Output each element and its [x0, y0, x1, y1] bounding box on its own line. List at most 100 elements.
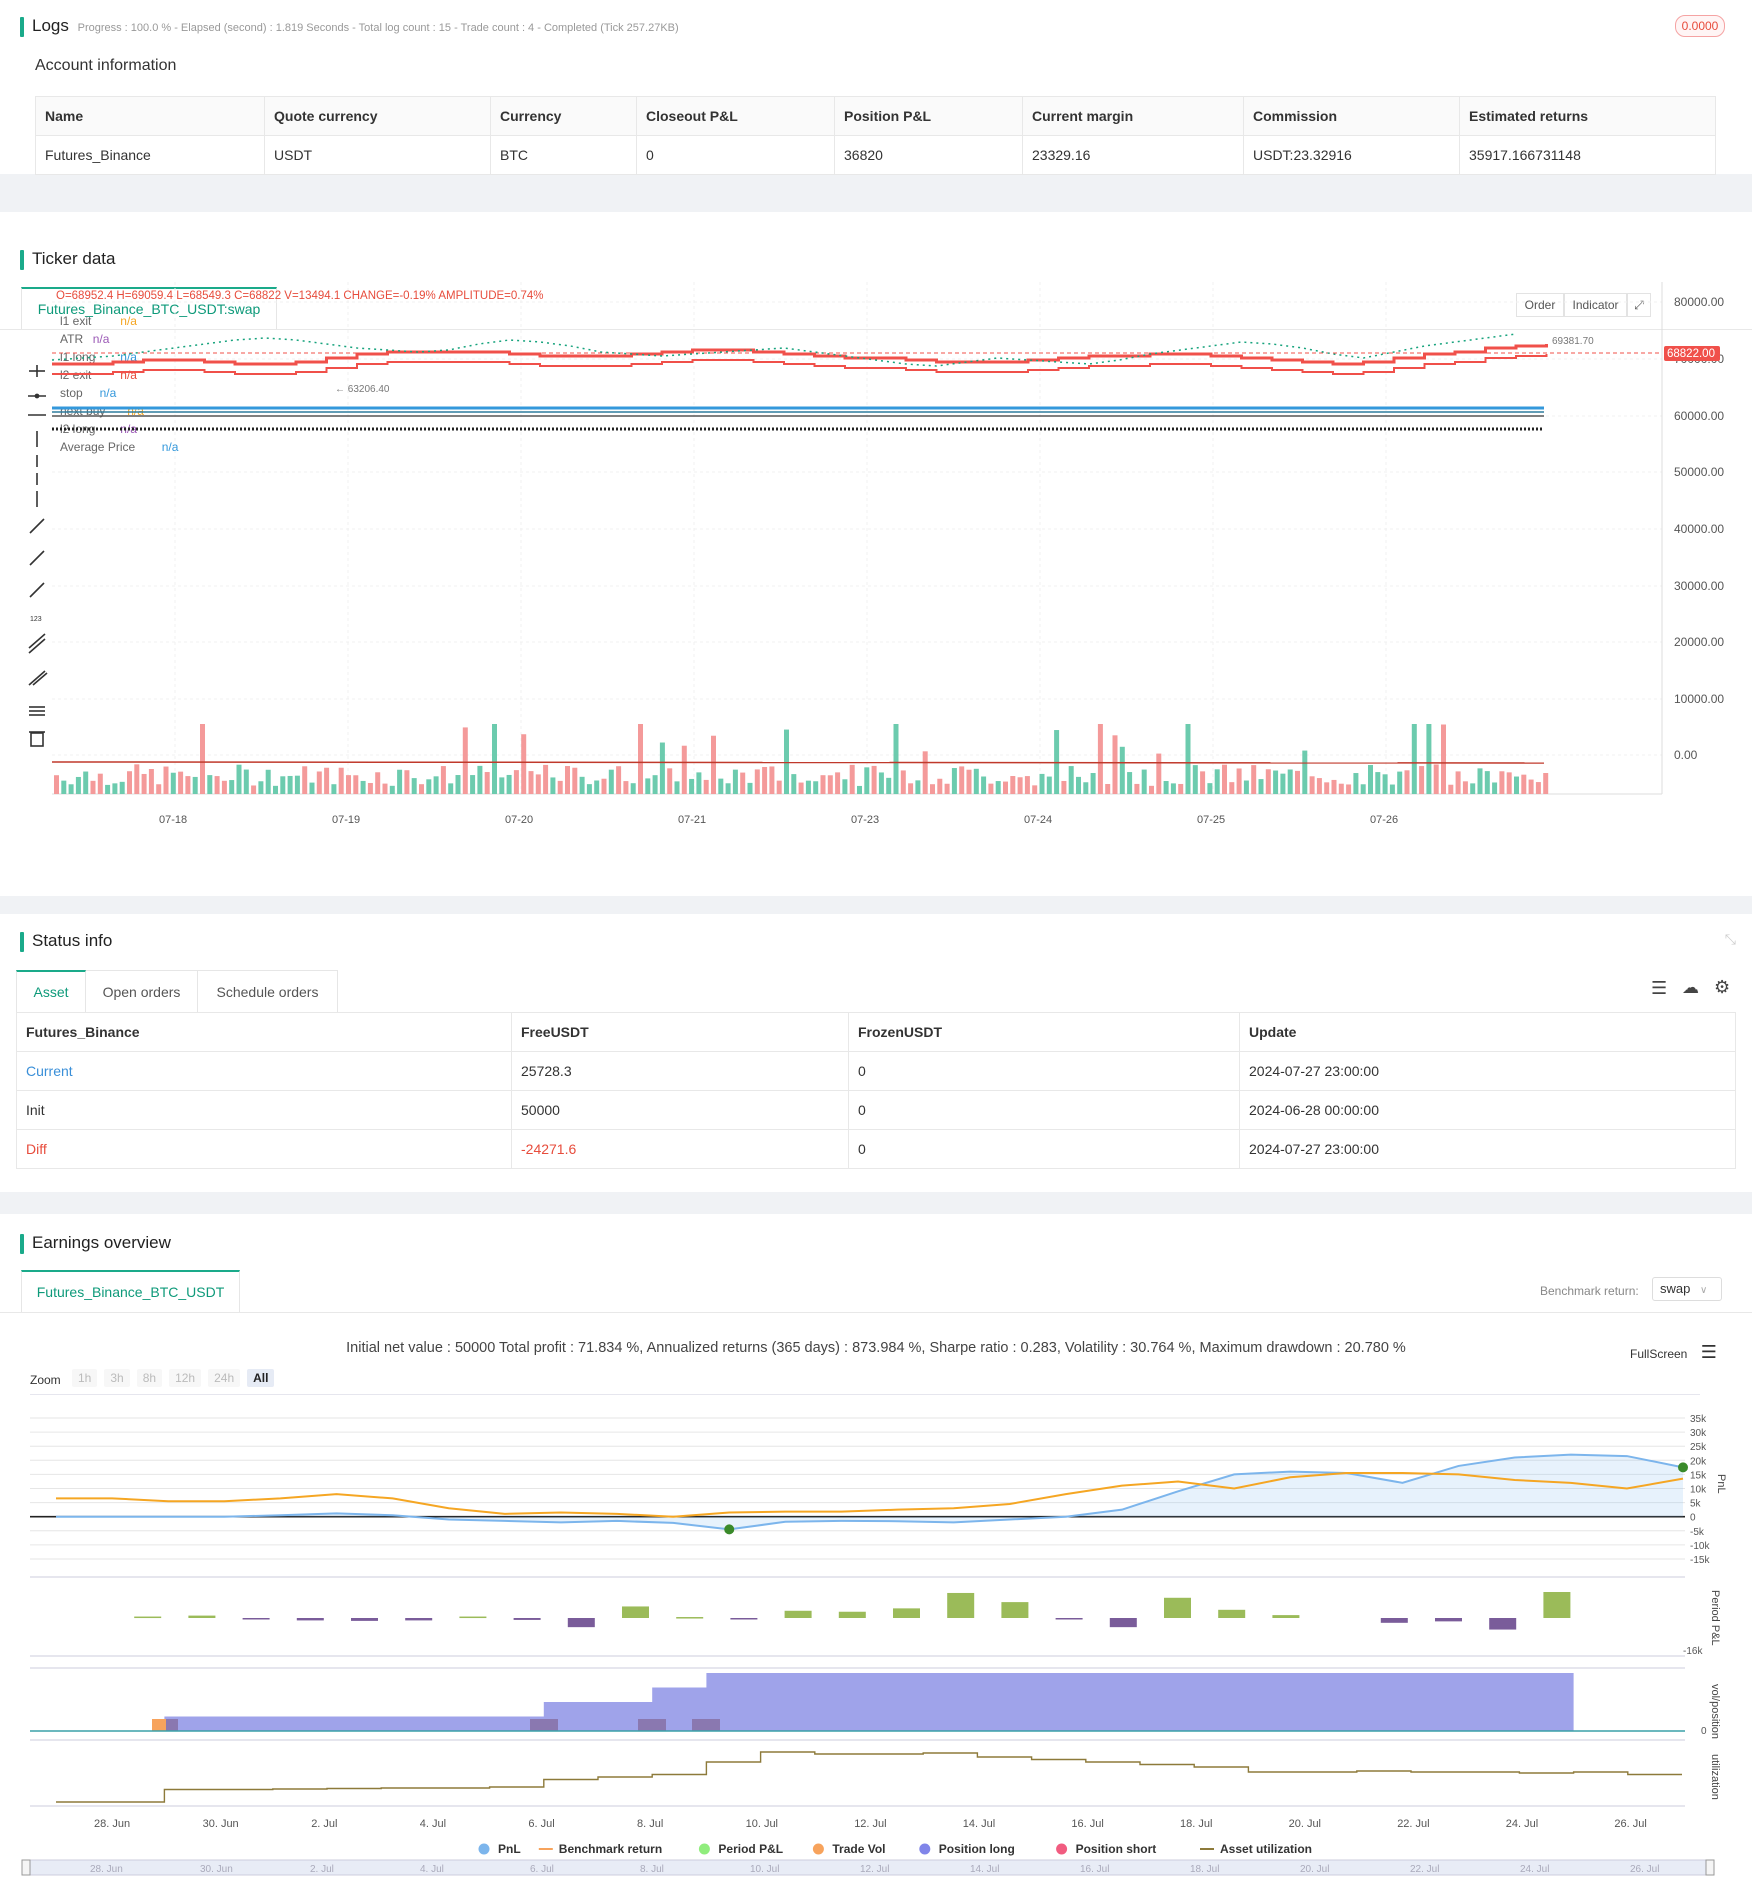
- table-row: Init 50000 0 2024-06-28 00:00:00: [16, 1090, 1736, 1130]
- x-tick-label: 20. Jul: [1289, 1818, 1321, 1830]
- pitchfork-icon: [28, 670, 46, 686]
- volume-bar: [1090, 773, 1096, 794]
- volume-bar: [1316, 778, 1322, 794]
- x-tick-label: 22. Jul: [1397, 1818, 1429, 1830]
- trade-vol-bar: [692, 1719, 720, 1731]
- volume-bar: [1287, 769, 1293, 794]
- volume-bar: [696, 772, 702, 794]
- asset-utilization-line: [56, 1751, 1682, 1803]
- zoom-button-All[interactable]: All: [247, 1369, 275, 1387]
- account-cell: 0: [636, 135, 835, 175]
- volume-bar: [470, 775, 476, 794]
- legend-dot-icon: [698, 1843, 710, 1855]
- volume-bar: [659, 742, 665, 794]
- earnings-panel: Earnings overview Futures_Binance_BTC_US…: [0, 1214, 1752, 1893]
- volume-bar: [754, 769, 760, 794]
- zoom-button-8h[interactable]: 8h: [136, 1369, 163, 1387]
- volume-bar: [1462, 781, 1468, 794]
- legend-dot-icon: [919, 1843, 931, 1855]
- y-tick-label: 40000.00: [1674, 522, 1724, 536]
- volume-bar: [258, 781, 264, 794]
- period-pnl-bar: [1543, 1592, 1571, 1618]
- period-pnl-bar: [134, 1616, 162, 1619]
- cloud-download-icon[interactable]: ☁: [1682, 978, 1699, 998]
- x-tick-label: 8. Jul: [637, 1818, 663, 1830]
- row-free: 50000: [511, 1090, 849, 1130]
- period-pnl-bar: [1489, 1618, 1517, 1630]
- volume-bar: [1543, 772, 1549, 794]
- tab-open-orders[interactable]: Open orders: [86, 970, 198, 1012]
- period-pnl-bar: [1109, 1618, 1137, 1628]
- x-tick-label: 07-23: [851, 814, 879, 826]
- account-col-currency: Currency: [490, 96, 637, 136]
- account-header-row: Name Quote currency Currency Closeout P&…: [35, 96, 1716, 136]
- volume-bar: [156, 784, 162, 794]
- pnl-tick-label: -15k: [1690, 1555, 1710, 1566]
- axis-title-utilization: utilization: [1709, 1754, 1721, 1800]
- collapse-icon[interactable]: ⤡: [1725, 931, 1736, 948]
- gear-icon[interactable]: ⚙: [1714, 977, 1730, 998]
- volume-bar: [316, 771, 322, 794]
- legend-dot-icon: [478, 1843, 490, 1855]
- menu-icon[interactable]: ☰: [1701, 1342, 1717, 1362]
- account-cell: 35917.166731148: [1459, 135, 1716, 175]
- status-panel: Status info ⤡ Asset Open orders Schedule…: [0, 914, 1752, 1192]
- earnings-tab[interactable]: Futures_Binance_BTC_USDT: [21, 1270, 240, 1312]
- legend-label: ATR: [60, 332, 83, 346]
- volume-bar: [1506, 772, 1512, 794]
- volume-bar: [550, 777, 556, 794]
- volume-bar: [703, 779, 709, 794]
- volume-bar: [389, 785, 395, 794]
- volume-bar: [1331, 779, 1337, 794]
- position-tick-label: 0: [1701, 1726, 1707, 1737]
- zoom-button-3h[interactable]: 3h: [104, 1369, 130, 1387]
- ticker-chart[interactable]: 80000.0070000.0060000.0050000.0040000.00…: [50, 282, 1750, 896]
- volume-bar: [1105, 784, 1111, 794]
- volume-bar: [1470, 783, 1476, 794]
- benchmark-select[interactable]: swap ∨: [1652, 1277, 1722, 1301]
- volume-bar: [134, 764, 140, 794]
- volume-bar: [1156, 753, 1162, 794]
- account-cell: 36820: [834, 135, 1023, 175]
- row-free: 25728.3: [511, 1051, 849, 1091]
- volume-bar: [667, 768, 673, 794]
- volume-bar: [798, 782, 804, 794]
- volume-bar: [1455, 771, 1461, 794]
- tab-schedule-orders[interactable]: Schedule orders: [198, 970, 338, 1012]
- volume-bar: [353, 775, 359, 794]
- earnings-chart[interactable]: 35k 30k 25k 20k 15k 10k 5k 0 -5k -10k -15k PnL -16k P…: [0, 1394, 1752, 1893]
- logs-title-text: Logs: [32, 16, 69, 35]
- volume-bar: [1484, 771, 1490, 794]
- navigator-handle-left: [21, 1859, 31, 1876]
- account-cell: BTC: [490, 135, 637, 175]
- volume-bar: [477, 765, 483, 794]
- legend-label: Asset utilization: [1220, 1842, 1312, 1856]
- zoom-button-1h[interactable]: 1h: [72, 1369, 98, 1387]
- legend-dot-icon: [812, 1843, 824, 1855]
- volume-bar: [1353, 773, 1359, 794]
- x-tick-label: 07-18: [159, 814, 187, 826]
- ray-icon: [29, 550, 45, 566]
- legend-label: Benchmark return: [559, 1842, 662, 1856]
- volume-bar: [1368, 765, 1373, 794]
- volume-bar: [973, 768, 979, 794]
- zoom-button-12h[interactable]: 12h: [169, 1369, 202, 1387]
- drawing-toolbar[interactable]: 123: [25, 352, 49, 992]
- volume-bar: [148, 768, 154, 794]
- account-title: Account information: [35, 57, 177, 74]
- volume-bar: [959, 766, 965, 794]
- x-tick-label: 14. Jul: [963, 1818, 995, 1830]
- legend-label: Position short: [1076, 1842, 1157, 1856]
- zoom-button-24h[interactable]: 24h: [208, 1369, 241, 1387]
- tab-asset[interactable]: Asset: [16, 970, 86, 1012]
- benchmark-value: swap: [1660, 1281, 1691, 1296]
- volume-bar: [1185, 724, 1191, 794]
- navigator-tick-label: 18. Jul: [1190, 1864, 1219, 1875]
- volume-bar: [251, 785, 257, 794]
- list-icon[interactable]: ☰: [1651, 978, 1667, 999]
- x-tick-label: 07-25: [1197, 814, 1225, 826]
- volume-bar: [185, 776, 191, 794]
- volume-bar: [718, 778, 724, 794]
- volume-bar: [265, 769, 271, 794]
- fullscreen-button[interactable]: FullScreen ☰: [1630, 1342, 1717, 1363]
